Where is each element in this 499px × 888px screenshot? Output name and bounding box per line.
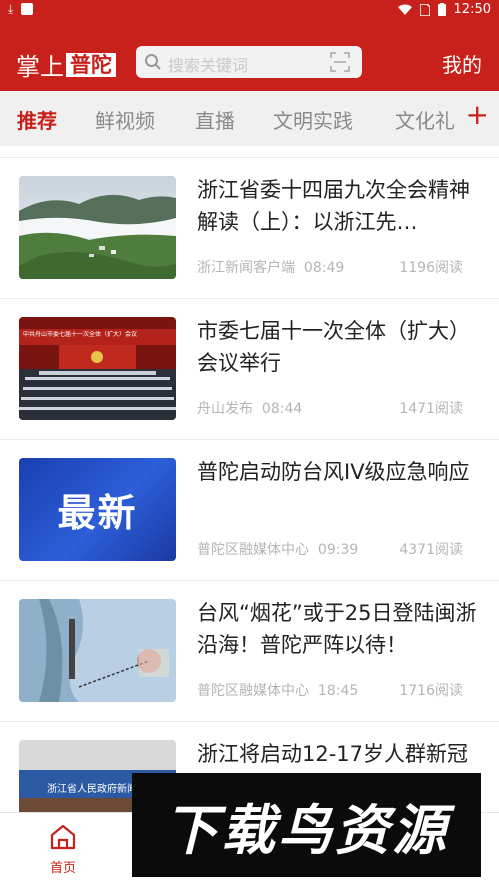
news-title: 市委七届十一次全体（扩大）会议举行 [197,319,470,375]
news-time: 09:39 [317,542,359,558]
news-thumbnail: 中共舟山市委七届十一次全体（扩大）会议 [19,317,176,420]
news-read-count: 4371阅读 [399,542,463,558]
nav-home-label: 首页 [49,861,76,876]
logo-highlight: 普陀 [66,52,116,77]
news-thumbnail: 最新 [19,458,176,561]
notification-icon [21,3,34,15]
home-icon [50,824,76,850]
news-meta: 浙江新闻客户端 08:49 [197,257,344,277]
news-meta: 普陀区融媒体中心 18:45 [197,680,358,700]
news-title: 浙江将启动12-17岁人群新冠 [197,742,469,766]
news-item[interactable]: 台风“烟花”或于25日登陆闽浙沿海！普陀严阵以待！ 普陀区融媒体中心 18:45… [0,581,499,722]
news-thumbnail [19,599,176,702]
news-item[interactable]: 中共舟山市委七届十一次全体（扩大）会议 市委七届十一次全体（扩大）会议举行 舟山… [0,299,499,440]
news-source: 普陀区融媒体中心 [197,542,309,558]
app-header: 掌上 普陀 搜索关键词 我的 [0,22,499,91]
news-time: 08:44 [261,401,303,417]
news-read-count: 1716阅读 [399,683,463,699]
wifi-icon [397,4,412,15]
mine-button[interactable]: 我的 [442,49,482,78]
thumb-banner-text: 中共舟山市委七届十一次全体（扩大）会议 [23,331,138,338]
search-icon [145,54,161,70]
news-read-count: 1471阅读 [399,401,463,417]
news-thumbnail [19,176,176,279]
add-tab-icon[interactable]: + [459,101,489,129]
news-item[interactable]: 浙江省委十四届九次全会精神解读（上）：以浙江先… 浙江新闻客户端 08:49 1… [0,158,499,299]
search-bar[interactable]: 搜索关键词 [136,46,362,78]
news-meta: 舟山发布 08:44 [197,398,302,418]
scan-icon[interactable] [330,52,350,72]
news-time: 18:45 [317,683,359,699]
nav-home[interactable]: 首页 [40,823,86,876]
news-item[interactable]: 最新 普陀启动防台风IV级应急响应 普陀区融媒体中心 09:39 4371阅读 [0,440,499,581]
news-source: 浙江新闻客户端 [197,260,295,276]
search-placeholder: 搜索关键词 [168,56,249,75]
news-title: 浙江省委十四届九次全会精神解读（上）：以浙江先… [197,178,470,234]
watermark-overlay: 下载鸟资源 [132,773,481,877]
news-source: 舟山发布 [197,401,253,417]
news-meta: 普陀区融媒体中心 09:39 [197,539,358,559]
status-time: 12:50 [453,2,491,17]
tab-live[interactable]: 直播 [195,105,235,134]
tab-civilization[interactable]: 文明实践 [273,105,353,134]
app-logo: 掌上 普陀 [16,47,116,82]
news-read-count: 1196阅读 [399,260,463,276]
sim-icon [419,3,430,16]
watermark-text: 下载鸟资源 [164,798,449,862]
news-title: 台风“烟花”或于25日登陆闽浙沿海！普陀严阵以待！ [197,601,477,657]
logo-prefix: 掌上 [16,53,64,81]
battery-icon [437,3,446,16]
tab-recommend[interactable]: 推荐 [17,105,57,134]
status-bar: ⤓ 12:50 [0,0,499,22]
news-time: 08:49 [303,260,345,276]
tab-fresh-video[interactable]: 鲜视频 [95,105,155,134]
thumb-latest-text: 最新 [57,491,138,535]
news-title: 普陀启动防台风IV级应急响应 [197,460,470,484]
news-source: 普陀区融媒体中心 [197,683,309,699]
download-icon: ⤓ [8,2,14,16]
tab-culture[interactable]: 文化礼 [395,105,455,134]
news-feed: 浙江省委十四届九次全会精神解读（上）：以浙江先… 浙江新闻客户端 08:49 1… [0,146,499,812]
category-tabs: 推荐 鲜视频 直播 文明实践 文化礼 + [0,91,499,146]
